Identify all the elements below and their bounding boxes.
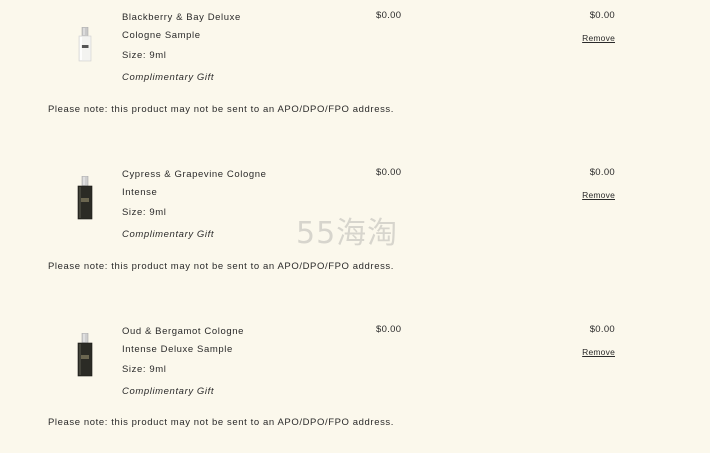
unit-price: $0.00 [376,324,402,335]
unit-price: $0.00 [376,10,402,21]
line-total: $0.00 [589,167,615,178]
gift-label: Complimentary Gift [122,229,215,240]
cart-item: Cypress & Grapevine Cologne Intense Size… [0,166,710,296]
product-name[interactable]: Blackberry & Bay Deluxe Cologne Sample [122,9,272,45]
product-details: Blackberry & Bay Deluxe Cologne Sample S… [122,9,352,85]
gift-label: Complimentary Gift [122,72,215,83]
shipping-note: Please note: this product may not be sen… [48,104,395,115]
gift-label: Complimentary Gift [122,386,215,397]
product-size: Size: 9ml [122,50,167,61]
product-details: Cypress & Grapevine Cologne Intense Size… [122,166,352,242]
unit-price: $0.00 [376,167,402,178]
product-size: Size: 9ml [122,364,167,375]
remove-button[interactable]: Remove [582,32,615,44]
product-name[interactable]: Oud & Bergamot Cologne Intense Deluxe Sa… [122,323,272,359]
remove-button[interactable]: Remove [582,189,615,201]
remove-button[interactable]: Remove [582,346,615,358]
product-image-bottle-dark[interactable] [68,176,102,226]
cart-item: Blackberry & Bay Deluxe Cologne Sample S… [0,9,710,139]
cart-item: Oud & Bergamot Cologne Intense Deluxe Sa… [0,323,710,453]
shipping-note: Please note: this product may not be sen… [48,417,395,428]
product-image-bottle-dark[interactable] [68,333,102,383]
cart-items: Blackberry & Bay Deluxe Cologne Sample S… [0,0,710,453]
product-details: Oud & Bergamot Cologne Intense Deluxe Sa… [122,323,352,399]
shipping-note: Please note: this product may not be sen… [48,261,395,272]
product-image-bottle-clear[interactable] [68,27,102,77]
line-total: $0.00 [589,324,615,335]
product-size: Size: 9ml [122,207,167,218]
line-total: $0.00 [589,10,615,21]
product-name[interactable]: Cypress & Grapevine Cologne Intense [122,166,272,202]
